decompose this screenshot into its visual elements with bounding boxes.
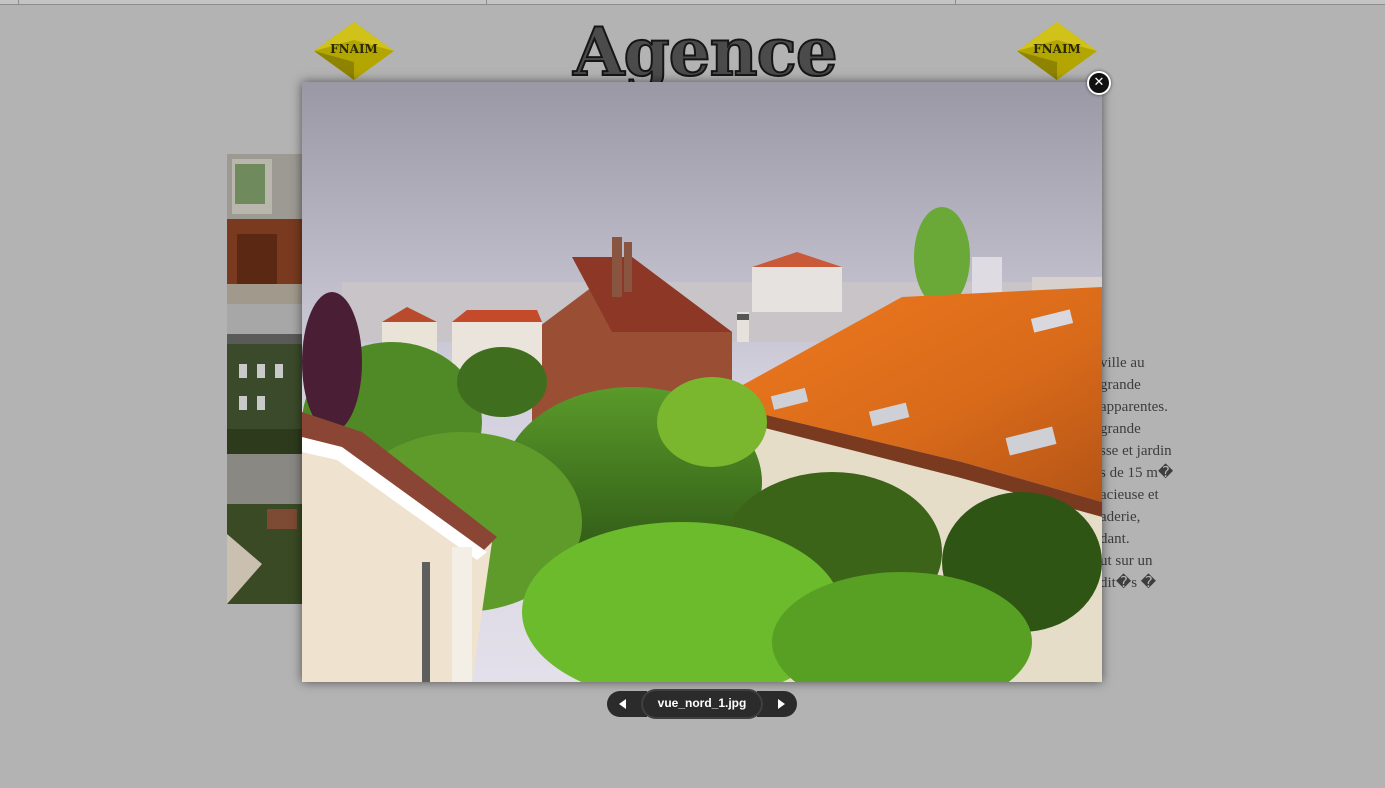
previous-image-button[interactable] [607,691,647,717]
lightbox-navigation: vue_nord_1.jpg [607,691,797,717]
thumbnail-roofs[interactable] [227,454,302,604]
property-description: ville au grande apparentes. grande sse e… [1100,352,1185,594]
description-line: dit�s � [1100,575,1157,591]
description-line: ville au [1100,355,1145,371]
image-caption: vue_nord_1.jpg [643,691,761,717]
description-line: s de 15 m� [1100,465,1174,481]
lightbox-image [302,82,1102,682]
close-icon: ✕ [1093,75,1105,90]
description-line: aderie, [1100,509,1141,525]
thumbnail-kitchen[interactable] [227,154,302,304]
top-strip [0,0,1385,5]
fnaim-logo-left: FNAIM [314,22,394,80]
thumbnail-facade[interactable] [227,304,302,454]
next-image-button[interactable] [757,691,797,717]
description-line: acieuse et [1100,487,1159,503]
fnaim-logo-left-text: FNAIM [330,42,378,56]
description-line: sse et jardin [1100,443,1172,459]
description-line: apparentes. [1100,399,1168,415]
fnaim-logo-right: FNAIM [1017,22,1097,80]
description-line: grande [1100,377,1141,393]
description-line: ut sur un [1100,553,1153,569]
description-line: grande [1100,421,1141,437]
close-button[interactable]: ✕ [1087,71,1111,95]
fnaim-logo-right-text: FNAIM [1033,42,1081,56]
page-title: Agence générale [572,12,839,90]
description-line: dant. [1100,531,1130,547]
